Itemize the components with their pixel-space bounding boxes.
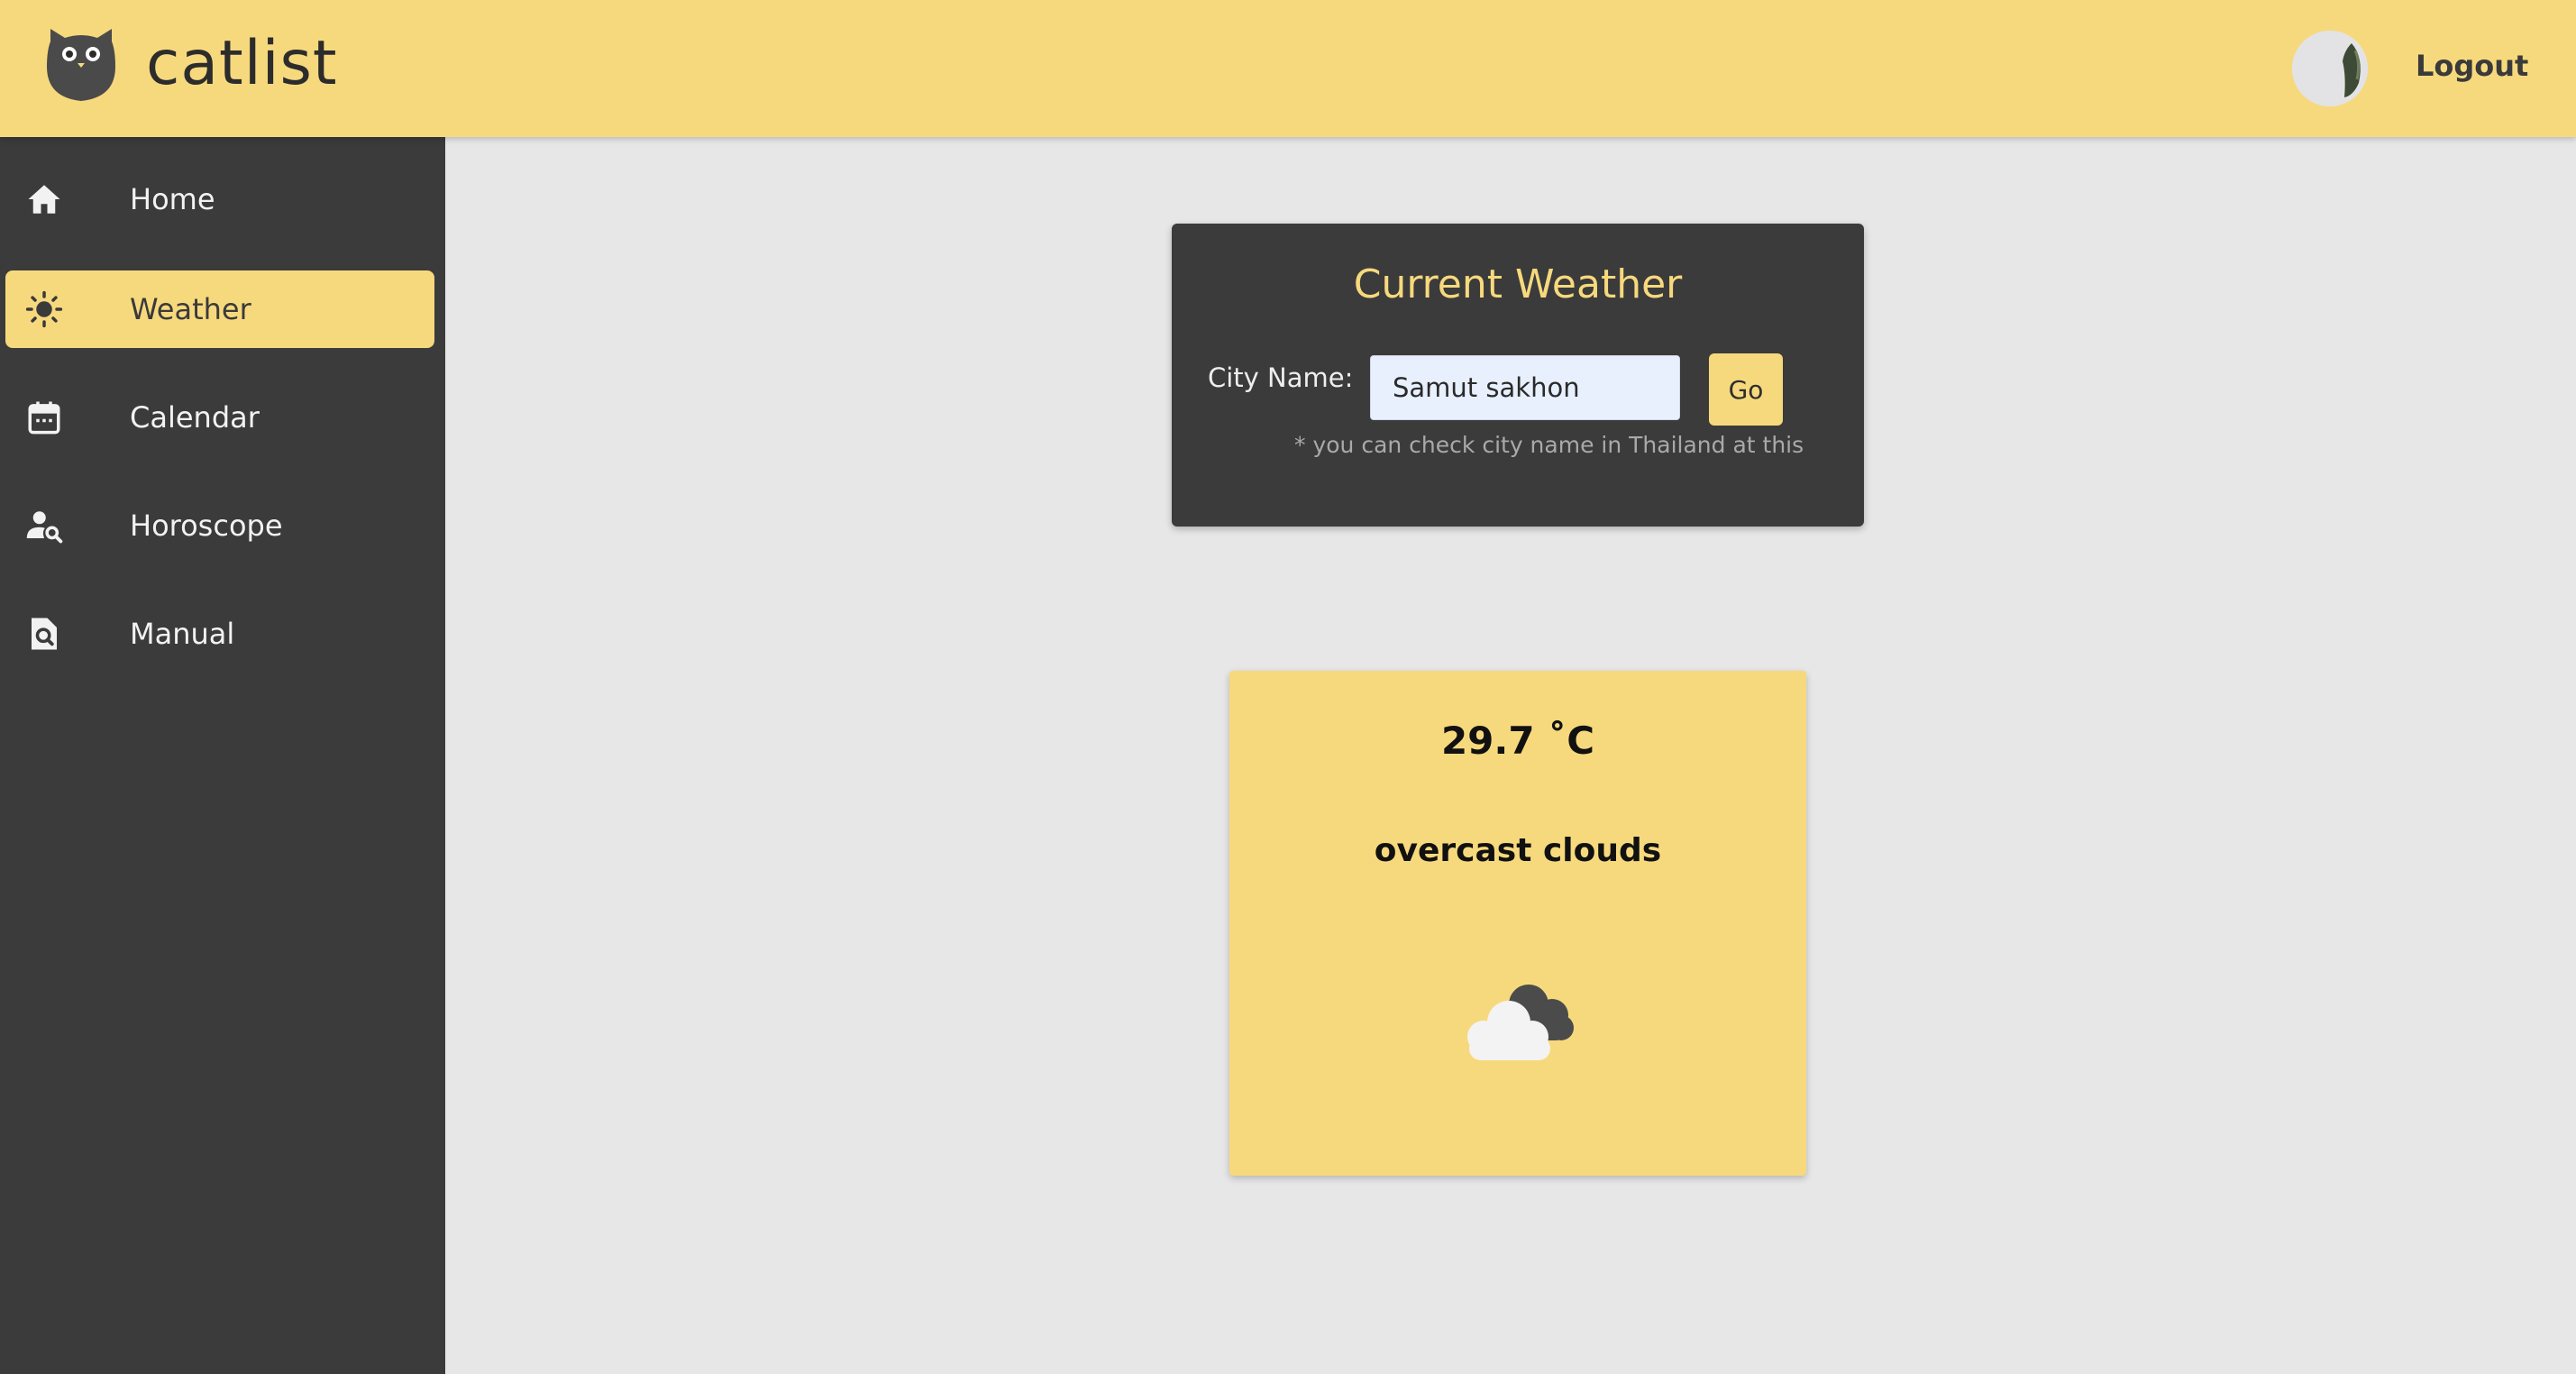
city-name-label: City Name:	[1208, 362, 1354, 393]
go-button[interactable]: Go	[1709, 353, 1783, 426]
sidebar-item-horoscope[interactable]: Horoscope	[5, 487, 434, 564]
sidebar-item-home[interactable]: Home	[5, 160, 434, 238]
sidebar-item-label: Home	[130, 182, 215, 216]
sun-icon	[25, 290, 63, 328]
sidebar-item-manual[interactable]: Manual	[5, 595, 434, 673]
city-hint-text: * you can check city name in Thailand at…	[1294, 432, 1804, 458]
avatar[interactable]	[2292, 31, 2368, 106]
temperature-value: 29.7 ˚C	[1440, 719, 1595, 763]
sidebar-item-calendar[interactable]: Calendar	[5, 379, 434, 456]
sidebar-item-label: Calendar	[130, 400, 260, 435]
sidebar: Home Weather Calendar Horoscope Manual	[0, 137, 445, 1374]
sidebar-item-weather[interactable]: Weather	[5, 270, 434, 348]
sidebar-item-label: Manual	[130, 617, 235, 651]
city-name-input[interactable]	[1370, 355, 1680, 420]
card-title: Current Weather	[1353, 261, 1683, 307]
weather-search-card: Current Weather City Name: Go * you can …	[1172, 224, 1864, 527]
cat-logo-icon[interactable]	[45, 25, 117, 105]
overcast-clouds-icon	[1457, 977, 1592, 1067]
app-name[interactable]: catlist	[146, 23, 338, 105]
home-icon	[25, 180, 63, 218]
person-search-icon	[25, 507, 63, 545]
document-search-icon	[25, 615, 63, 653]
sidebar-item-label: Weather	[130, 292, 251, 326]
weather-description: overcast clouds	[1374, 832, 1662, 869]
top-header: catlist Logout	[0, 0, 2576, 137]
weather-result-card: 29.7 ˚C overcast clouds	[1229, 671, 1806, 1176]
sidebar-item-label: Horoscope	[130, 508, 283, 543]
calendar-icon	[25, 398, 63, 436]
logout-button[interactable]: Logout	[2416, 43, 2560, 88]
